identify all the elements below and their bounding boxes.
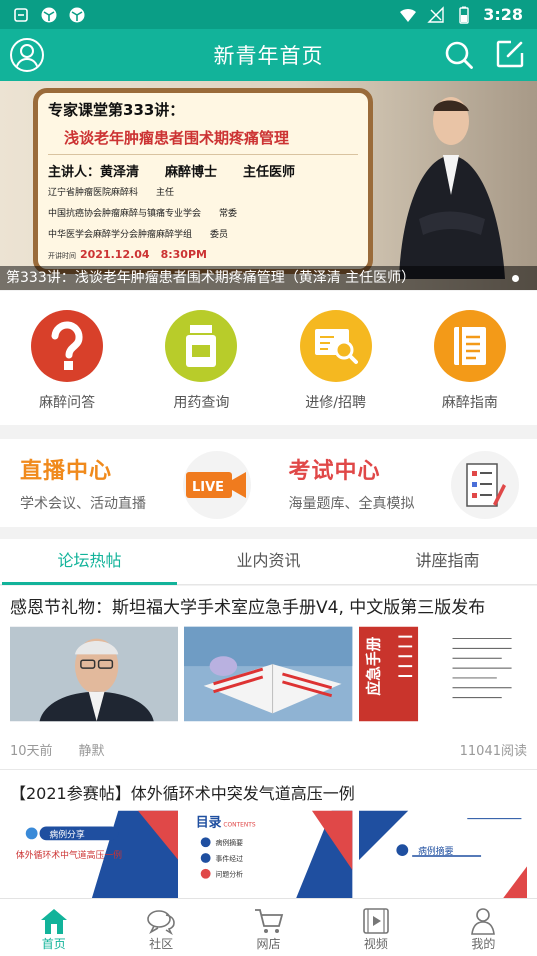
tab-forum-hot[interactable]: 论坛热帖: [0, 539, 179, 585]
time-value: 2021.12.04 8:30PM: [80, 248, 207, 261]
contents-title: 目录: [196, 816, 222, 831]
guide-book-icon: [433, 310, 506, 382]
speaker-line: 主讲人：黄泽清 麻醉博士 主任医师: [48, 165, 296, 180]
case-share-text: 体外循环术中气道高压一例: [16, 849, 122, 861]
live-icon: LIVE: [182, 451, 251, 519]
person-icon: [471, 908, 496, 935]
quick-links: 麻醉问答 用药查询 进修/招聘 麻醉指南: [0, 291, 537, 425]
board-title: 专家课堂第333讲：: [48, 101, 185, 119]
quick-link-label: 麻醉问答: [39, 395, 96, 411]
exam-checklist-icon: [451, 451, 519, 519]
quick-link-label: 进修/招聘: [305, 395, 366, 411]
quick-link-training-jobs[interactable]: 进修/招聘: [269, 291, 403, 425]
question-icon: [31, 310, 104, 382]
wifi-icon: [400, 8, 417, 22]
user-icon: [15, 44, 39, 70]
board-topic: 浅谈老年肿瘤患者围术期疼痛管理: [64, 129, 290, 147]
contents-item-2: 事件经过: [216, 854, 244, 863]
nav-label: 网店: [256, 937, 281, 951]
live-center-card[interactable]: 直播中心 学术会议、活动直播 LIVE: [0, 439, 269, 527]
user-avatar-button[interactable]: [10, 38, 44, 72]
exam-center-card[interactable]: 考试中心 海量题库、全真模拟: [269, 439, 537, 527]
video-icon: [363, 908, 389, 934]
home-icon: [40, 909, 67, 934]
thumbnail-handbook-cover: 应急手册: [358, 626, 527, 722]
lecture-board: 专家课堂第333讲： 浅谈老年肿瘤患者围术期疼痛管理 主讲人：黄泽清 麻醉博士 …: [33, 88, 373, 274]
thumbnail-case-summary: 病例摘要: [358, 810, 527, 898]
tab-industry-news[interactable]: 业内资讯: [179, 539, 358, 584]
compose-icon[interactable]: [495, 39, 525, 69]
post-title: 【2021参赛帖】体外循环术中突发气道高压一例: [10, 784, 355, 803]
no-signal-icon: [427, 5, 444, 23]
nav-video[interactable]: 视频: [322, 899, 429, 956]
app-bar: 新青年首页: [0, 29, 537, 81]
content-tabs: 论坛热帖 业内资讯 讲座指南: [0, 539, 537, 585]
status-bar: 3:28: [0, 0, 537, 29]
nav-label: 视频: [363, 937, 388, 951]
tab-lecture-guide[interactable]: 讲座指南: [358, 539, 537, 584]
case-share-tag: 病例分享: [49, 828, 85, 840]
post-thumbnails: 病例分享 体外循环术中气道高压一例 目录 CONTENTS 病例摘要 事件经过 …: [10, 810, 527, 898]
nav-shop[interactable]: 网店: [215, 899, 322, 956]
quick-link-drug-lookup[interactable]: 用药查询: [134, 291, 268, 425]
nav-me[interactable]: 我的: [430, 899, 537, 956]
post-author[interactable]: 静默: [79, 740, 105, 759]
quick-link-label: 麻醉指南: [441, 395, 498, 411]
contents-item-3: 问题分析: [216, 870, 244, 879]
thumbnail-portrait: [10, 626, 179, 722]
list-item[interactable]: 感恩节礼物：斯坦福大学手术室应急手册V4, 中文版第三版发布 应急手册 10天前…: [0, 586, 537, 769]
nav-label: 我的: [471, 937, 496, 951]
contents-item-1: 病例摘要: [216, 838, 244, 847]
chat-bubbles-icon: [147, 910, 175, 935]
clock: 3:28: [483, 5, 523, 24]
carousel-indicator[interactable]: [512, 275, 519, 282]
list-item[interactable]: 【2021参赛帖】体外循环术中突发气道高压一例 病例分享 体外循环术中气道高压一…: [0, 769, 537, 898]
battery-icon: [459, 6, 469, 24]
post-time: 10天前: [10, 744, 53, 759]
post-thumbnails: 应急手册: [10, 626, 527, 722]
page-title: 新青年首页: [213, 44, 324, 68]
svg-text:LIVE: LIVE: [192, 480, 224, 495]
notification-app-icon: [14, 7, 28, 22]
quick-link-label: 用药查询: [173, 395, 230, 411]
banner-caption: 第333讲：浅谈老年肿瘤患者围术期疼痛管理（黄泽清 主任医师）: [0, 266, 537, 290]
contents-sub: CONTENTS: [224, 823, 256, 829]
banner-carousel[interactable]: 专家课堂第333讲： 浅谈老年肿瘤患者围术期疼痛管理 主讲人：黄泽清 麻醉博士 …: [0, 81, 537, 290]
affiliation-3: 中华医学会麻醉学分会肿瘤麻醉学组 委员: [48, 230, 229, 240]
medicine-bottle-icon: [165, 310, 238, 382]
nav-community[interactable]: 社区: [107, 899, 214, 956]
shopping-cart-icon: [254, 909, 283, 933]
time-label: 开讲时间: [48, 252, 76, 260]
quick-link-anesthesia-qa[interactable]: 麻醉问答: [0, 291, 134, 425]
thumbnail-contents: 目录 CONTENTS 病例摘要 事件经过 问题分析: [184, 810, 353, 898]
nav-label: 首页: [41, 937, 66, 951]
svg-text:应急手册: 应急手册: [364, 636, 382, 695]
read-count: 11041阅读: [459, 744, 527, 759]
nav-home[interactable]: 首页: [0, 899, 107, 956]
nav-label: 社区: [149, 937, 174, 951]
affiliation-1: 辽宁省肿瘤医院麻醉科 主任: [48, 188, 175, 198]
affiliation-2: 中国抗癌协会肿瘤麻醉与镇痛专业学会 常委: [48, 209, 238, 219]
promo-cards: 直播中心 学术会议、活动直播 LIVE 考试中心 海量题库、全真模拟: [0, 439, 537, 527]
notification-ball-icon-2: [69, 7, 85, 22]
search-icon[interactable]: [443, 39, 475, 71]
speaker-photo: [399, 97, 505, 279]
bottom-navigation: 首页 社区 网店 视频 我的: [0, 898, 537, 956]
quick-link-anesthesia-guide[interactable]: 麻醉指南: [403, 291, 537, 425]
lecture-time: 开讲时间 2021.12.04 8:30PM: [48, 246, 358, 262]
case-summary-text: 病例摘要: [418, 845, 454, 857]
post-feed: 感恩节礼物：斯坦福大学手术室应急手册V4, 中文版第三版发布 应急手册 10天前…: [0, 586, 537, 898]
post-meta: 10天前 静默 11041阅读: [10, 740, 527, 769]
post-title: 感恩节礼物：斯坦福大学手术室应急手册V4, 中文版第三版发布: [10, 598, 486, 618]
notification-ball-icon: [41, 7, 57, 22]
job-search-icon: [299, 310, 372, 382]
thumbnail-case-share: 病例分享 体外循环术中气道高压一例: [10, 810, 179, 898]
divider: [48, 154, 358, 155]
thumbnail-manual: [184, 626, 353, 722]
